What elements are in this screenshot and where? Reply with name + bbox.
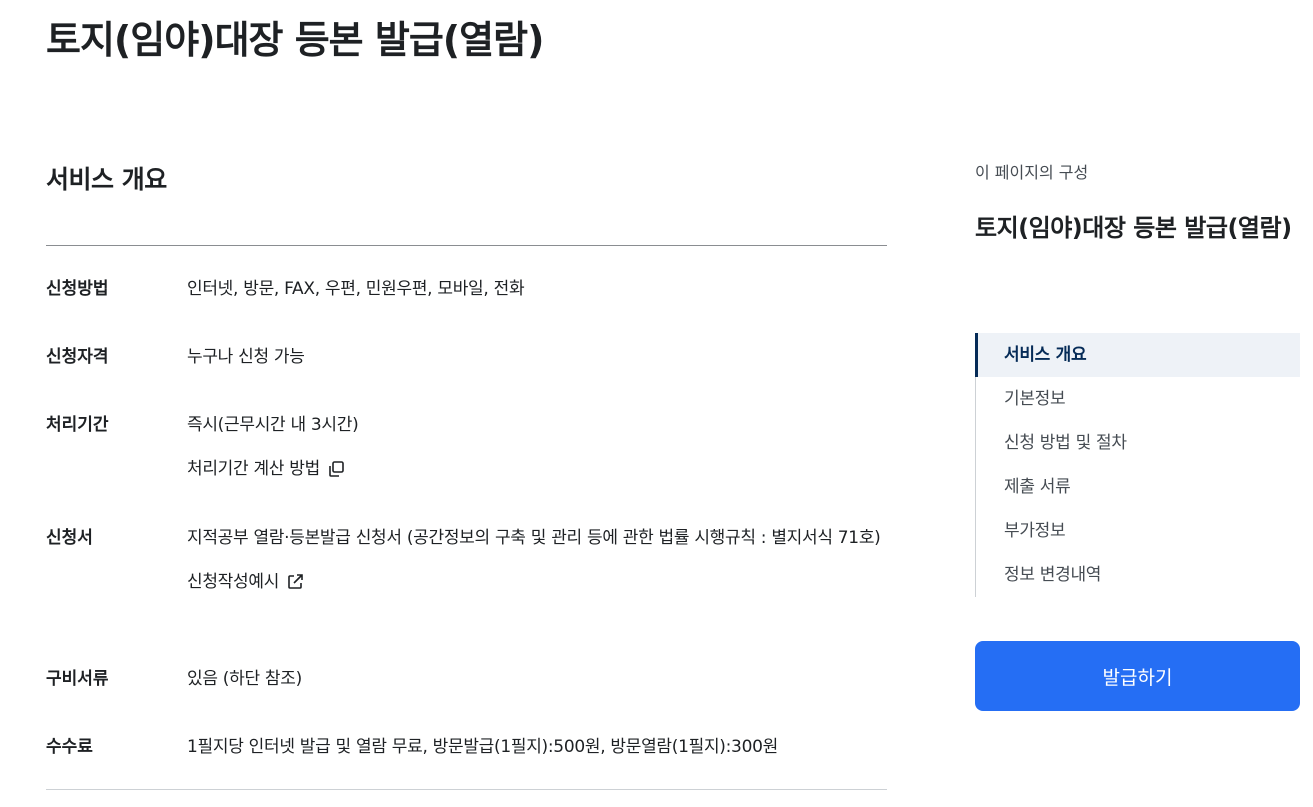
issue-button[interactable]: 발급하기 [975,641,1300,711]
row-value: 1필지당 인터넷 발급 및 열람 무료, 방문발급(1필지):500원, 방문열… [187,737,778,757]
external-link-icon [288,574,303,589]
toc-nav: 서비스 개요 기본정보 신청 방법 및 절차 제출 서류 부가정보 정보 변경내… [975,333,1300,597]
section-title: 서비스 개요 [46,165,167,194]
link-label: 처리기간 계산 방법 [187,459,320,479]
row-label: 신청방법 [46,279,109,299]
toc-item-change-history[interactable]: 정보 변경내역 [976,553,1300,597]
copy-icon [329,461,344,477]
processing-time-calc-link[interactable]: 처리기간 계산 방법 [187,455,346,483]
toc-caption: 이 페이지의 구성 [975,163,1089,182]
toc-item-documents[interactable]: 제출 서류 [976,465,1300,509]
service-overview-section: 서비스 개요 신청방법 인터넷, 방문, FAX, 우편, 민원우편, 모바일,… [46,160,887,790]
page-toc-aside: 이 페이지의 구성 토지(임야)대장 등본 발급(열람) 서비스 개요 기본정보… [975,160,1300,711]
row-value: 즉시(근무시간 내 3시간) [187,415,359,435]
row-value: 누구나 신청 가능 [187,347,305,367]
row-label: 신청서 [46,528,93,548]
toc-item-method-procedure[interactable]: 신청 방법 및 절차 [976,421,1300,465]
row-label: 처리기간 [46,415,109,435]
application-example-link[interactable]: 신청작성예시 [187,568,305,596]
row-label: 구비서류 [46,669,109,689]
row-value: 있음 (하단 참조) [187,669,302,689]
link-label: 신청작성예시 [187,572,280,592]
row-value: 인터넷, 방문, FAX, 우편, 민원우편, 모바일, 전화 [187,279,525,299]
row-value-container: 즉시(근무시간 내 3시간) 처리기간 계산 방법 [187,411,887,483]
row-value-container: 지적공부 열람·등본발급 신청서 (공간정보의 구축 및 관리 등에 관한 법률… [187,524,887,596]
toc-title: 토지(임야)대장 등본 발급(열람) [975,214,1292,242]
toc-item-basic-info[interactable]: 기본정보 [976,377,1300,421]
section-divider-bottom [46,789,887,790]
row-value: 지적공부 열람·등본발급 신청서 (공간정보의 구축 및 관리 등에 관한 법률… [187,528,881,548]
row-label: 수수료 [46,737,93,757]
section-divider-top [46,245,887,246]
row-label: 신청자격 [46,347,109,367]
toc-item-service-overview[interactable]: 서비스 개요 [975,333,1300,377]
page-title: 토지(임야)대장 등본 발급(열람) [46,18,544,62]
toc-item-additional-info[interactable]: 부가정보 [976,509,1300,553]
